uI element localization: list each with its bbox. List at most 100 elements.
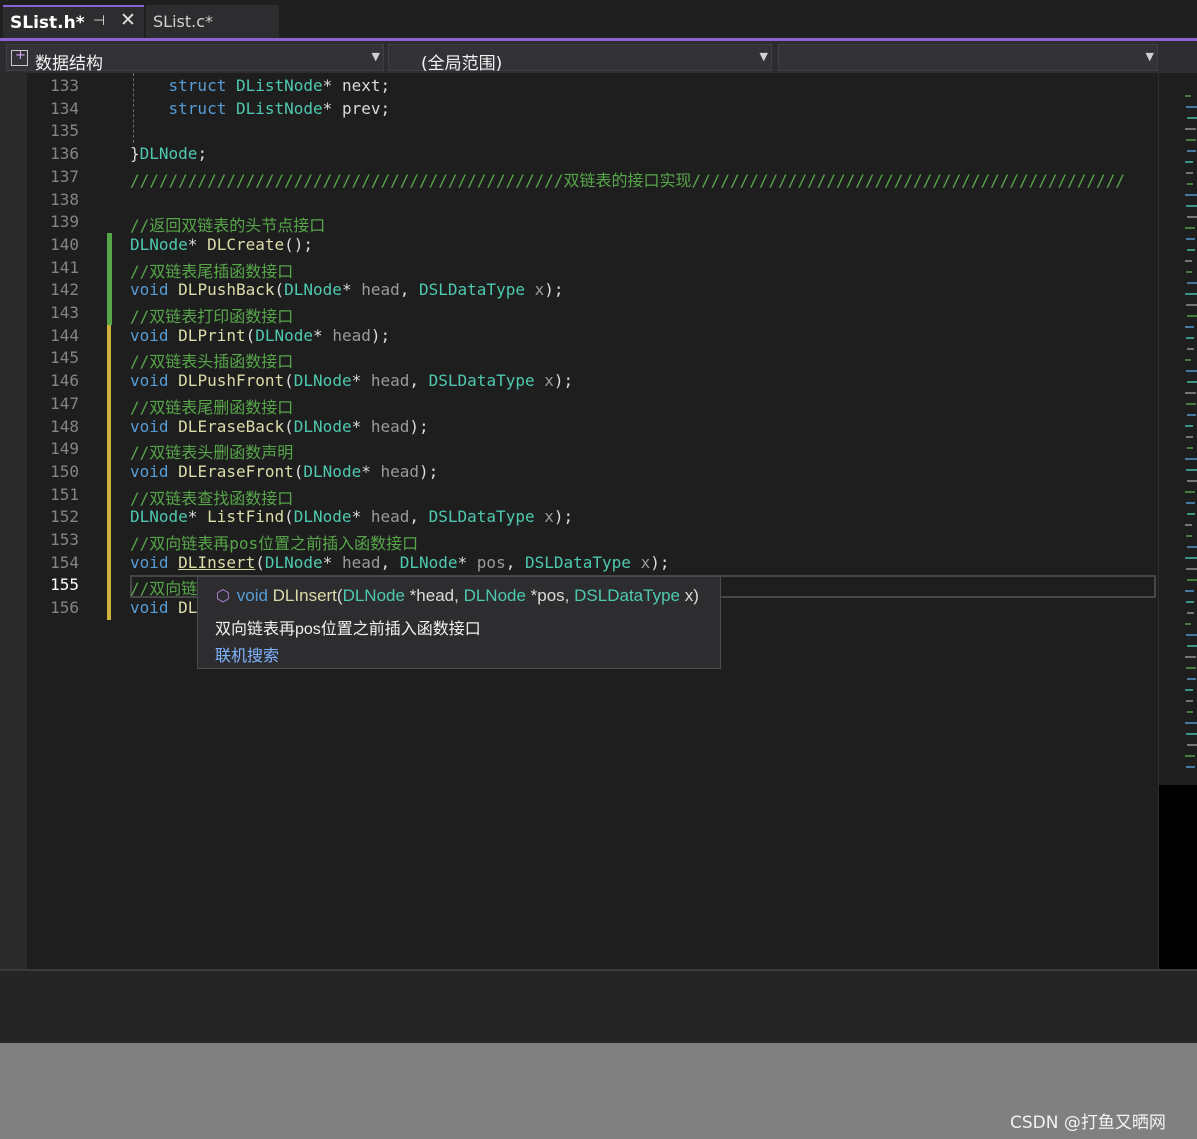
code-text: void DLPushBack(DLNode* head, DSLDataTyp… xyxy=(130,280,564,300)
online-search-link[interactable]: 联机搜索 xyxy=(215,642,279,666)
code-line[interactable]: 140 DLNode* DLCreate(); xyxy=(27,233,1158,256)
minimap-line xyxy=(1185,161,1193,163)
close-icon[interactable]: ✕ xyxy=(120,9,136,31)
line-number: 143 xyxy=(50,303,79,322)
code-line[interactable]: 142 void DLPushBack(DLNode* head, DSLData… xyxy=(27,278,1158,301)
line-number: 146 xyxy=(50,371,79,391)
line-number: 145 xyxy=(50,348,79,368)
minimap-line xyxy=(1185,359,1191,361)
code-line[interactable]: 148 void DLEraseBack(DLNode* head); xyxy=(27,415,1158,438)
code-line[interactable]: 150 void DLEraseFront(DLNode* head); xyxy=(27,460,1158,483)
code-line[interactable]: 138 xyxy=(27,188,1158,211)
line-number: 138 xyxy=(50,189,79,209)
minimap-line xyxy=(1187,678,1196,680)
minimap-line xyxy=(1187,612,1194,614)
minimap-line xyxy=(1185,293,1197,295)
code-line[interactable]: 149//双链表头删函数声明 xyxy=(27,437,1158,462)
code-minimap[interactable] xyxy=(1158,73,1197,969)
minimap-line xyxy=(1185,722,1197,724)
minimap-line xyxy=(1186,205,1197,207)
minimap-line xyxy=(1187,744,1197,746)
line-number: 153 xyxy=(50,530,79,549)
minimap-line xyxy=(1187,282,1197,284)
chevron-down-icon: ▼ xyxy=(1145,50,1154,63)
code-line[interactable]: 133 struct DListNode* next; xyxy=(27,74,1158,97)
minimap-line xyxy=(1186,403,1196,405)
code-text: struct DListNode* prev; xyxy=(168,98,391,118)
code-line[interactable]: 154 void DLInsert(DLNode* head, DLNode* p… xyxy=(27,551,1158,574)
minimap-line xyxy=(1185,326,1194,328)
minimap-line xyxy=(1186,337,1194,339)
cube-icon: ⬡ xyxy=(216,588,230,605)
bottom-panel xyxy=(0,969,1197,1043)
code-text: struct DListNode* next; xyxy=(168,76,391,95)
project-icon: + xyxy=(11,48,28,66)
code-text: void DLEraseFront(DLNode* head); xyxy=(130,461,439,481)
code-text: void DLInsert(DLNode* head, DLNode* pos,… xyxy=(130,552,670,572)
pin-icon[interactable]: ⊣ xyxy=(93,13,105,29)
ide-window: SList.h* ⊣ ✕ SList.c* + 数据结构 ▼ (全局范围) ▼ … xyxy=(0,0,1197,1043)
code-line[interactable]: 145//双链表头插函数接口 xyxy=(27,346,1158,371)
code-line[interactable]: 143//双链表打印函数接口 xyxy=(27,301,1158,326)
line-number: 136 xyxy=(50,144,79,164)
minimap-line xyxy=(1187,183,1193,185)
code-line[interactable]: 135 xyxy=(27,119,1158,142)
watermark: CSDN @打鱼又晒网 xyxy=(1010,1113,1166,1133)
minimap-line xyxy=(1186,106,1197,108)
code-line[interactable]: 153//双向链表再pos位置之前插入函数接口 xyxy=(27,528,1158,553)
project-dropdown[interactable]: + 数据结构 ▼ xyxy=(6,44,384,74)
minimap-line xyxy=(1187,348,1194,350)
minimap-line xyxy=(1185,524,1192,526)
chevron-down-icon: ▼ xyxy=(759,50,768,63)
line-number: 147 xyxy=(50,393,79,413)
scope-dropdown-value: (全局范围) xyxy=(421,54,503,74)
minimap-line xyxy=(1185,194,1197,196)
line-number: 154 xyxy=(50,552,79,572)
code-text: void DLPushFront(DLNode* head, DSLDataTy… xyxy=(130,371,574,391)
code-line[interactable]: 146 void DLPushFront(DLNode* head, DSLDat… xyxy=(27,369,1158,392)
line-number: 140 xyxy=(50,234,79,254)
tab-slist-h[interactable]: SList.h* ⊣ ✕ xyxy=(3,5,144,38)
minimap-line xyxy=(1186,370,1197,372)
line-number: 156 xyxy=(50,598,79,618)
code-text: void DLEraseBack(DLNode* head); xyxy=(130,416,429,436)
minimap-line xyxy=(1187,315,1197,317)
minimap-line xyxy=(1186,502,1195,504)
minimap-line xyxy=(1185,260,1192,262)
code-line[interactable]: 141//双链表尾插函数接口 xyxy=(27,256,1158,281)
code-line[interactable]: 139//返回双链表的头节点接口 xyxy=(27,210,1158,235)
minimap-line xyxy=(1185,656,1196,658)
minimap-viewport[interactable] xyxy=(1159,785,1197,969)
member-dropdown[interactable]: ▼ xyxy=(778,44,1158,71)
scope-dropdown[interactable]: (全局范围) ▼ xyxy=(388,44,772,74)
minimap-line xyxy=(1187,414,1196,416)
tab-label: SList.c* xyxy=(153,12,214,31)
code-line[interactable]: 152 DLNode* ListFind(DLNode* head, DSLDat… xyxy=(27,505,1158,528)
line-number: 144 xyxy=(50,325,79,345)
code-text: void DLPrint(DLNode* head); xyxy=(130,325,391,345)
code-line[interactable]: 144 void DLPrint(DLNode* head); xyxy=(27,324,1158,347)
minimap-line xyxy=(1185,392,1196,394)
code-text: void DL xyxy=(130,598,198,618)
minimap-line xyxy=(1186,700,1193,702)
code-line[interactable]: 136}DLNode; xyxy=(27,142,1158,165)
quick-info-tooltip: ⬡ void DLInsert(DLNode *head, DLNode *po… xyxy=(197,576,721,669)
minimap-line xyxy=(1185,689,1193,691)
code-line[interactable]: 151//双链表查找函数接口 xyxy=(27,483,1158,508)
minimap-line xyxy=(1187,117,1197,119)
code-line[interactable]: 137/////////////////////////////////////… xyxy=(27,165,1158,190)
minimap-line xyxy=(1186,139,1196,141)
minimap-line xyxy=(1186,436,1193,438)
line-number: 133 xyxy=(50,76,79,95)
tab-slist-c[interactable]: SList.c* xyxy=(146,5,279,38)
code-line[interactable]: 134 struct DListNode* prev; xyxy=(27,97,1158,120)
minimap-line xyxy=(1185,755,1195,757)
code-editor[interactable]: 133 struct DListNode* next; 134 struct DL… xyxy=(27,73,1158,969)
minimap-line xyxy=(1186,535,1192,537)
minimap-line xyxy=(1185,623,1191,625)
line-number: 141 xyxy=(50,257,79,277)
minimap-line xyxy=(1187,645,1197,647)
minimap-line xyxy=(1187,579,1197,581)
code-line[interactable]: 147//双链表尾删函数接口 xyxy=(27,392,1158,417)
code-text: DLNode* ListFind(DLNode* head, DSLDataTy… xyxy=(130,507,574,527)
